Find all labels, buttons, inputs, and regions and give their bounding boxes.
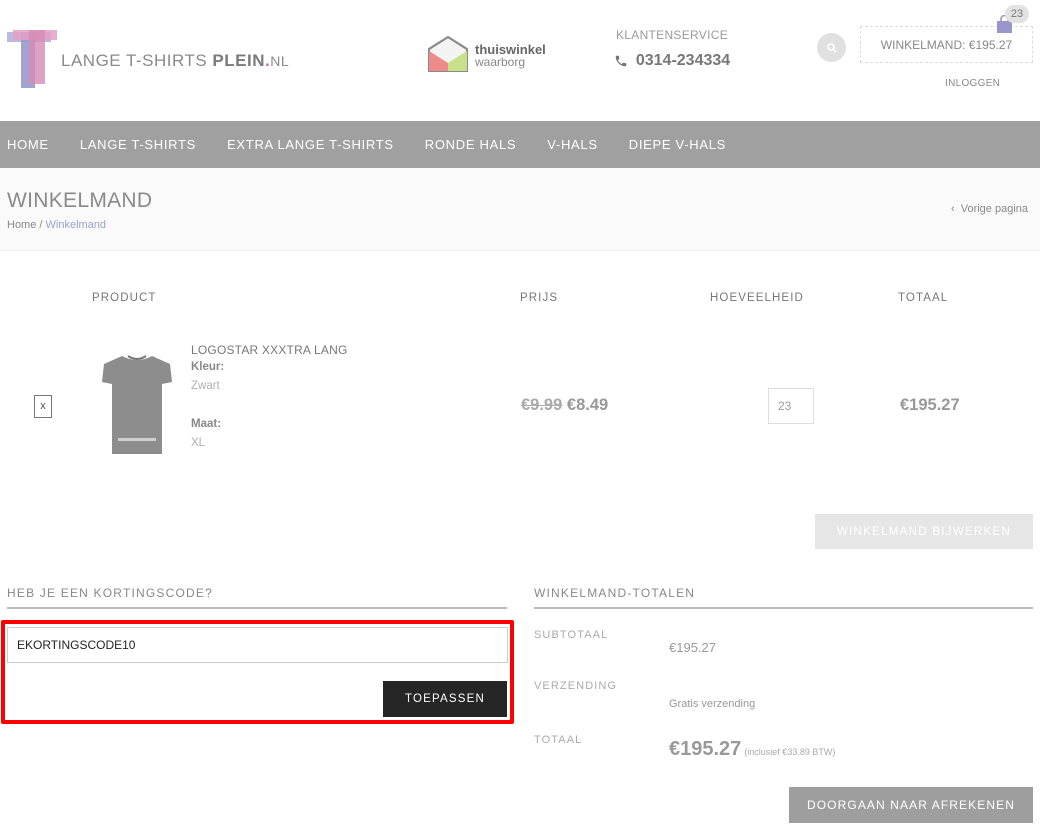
product-name[interactable]: LOGOSTAR XXXTRA LANG — [191, 343, 347, 357]
column-header-total: TOTAAL — [898, 292, 949, 304]
shipping-value: Gratis verzending — [669, 698, 756, 710]
page-header: WINKELMAND Home / Winkelmand ‹ Vorige pag… — [0, 168, 1040, 251]
logo-text: LANGE T-SHIRTS PLEIN.NL — [61, 51, 290, 70]
item-price: €9.99 €8.49 — [521, 396, 608, 415]
breadcrumb-home[interactable]: Home — [7, 219, 36, 231]
breadcrumb: Home / Winkelmand — [7, 219, 106, 231]
size-label: Maat: — [191, 418, 222, 430]
quantity-input[interactable] — [768, 388, 814, 424]
cart-summary-label: WINKELMAND: €195.27 — [880, 37, 1013, 52]
column-header-price: PRIJS — [520, 292, 559, 304]
checkout-button[interactable]: DOORGAAN NAAR AFREKENEN — [789, 787, 1033, 823]
grand-total-value: €195.27 — [669, 738, 742, 760]
color-value: Zwart — [191, 380, 220, 392]
badge-line2: waarborg — [475, 55, 526, 69]
chevron-left-icon: ‹ — [951, 203, 955, 215]
phone-number: 0314-234334 — [635, 52, 731, 69]
totals-divider — [534, 607, 1033, 609]
grand-total: €195.27 (inclusief €33.89 BTW) — [669, 738, 835, 761]
coupon-highlight-box — [1, 620, 514, 724]
cart-count-badge: 23 — [1005, 5, 1029, 23]
nav-item-v-hals[interactable]: V-HALS — [547, 137, 597, 152]
total-label: TOTAAL — [534, 734, 583, 746]
customer-service: KLANTENSERVICE 0314-234334 — [602, 28, 742, 70]
site-logo[interactable]: LANGE T-SHIRTS PLEIN.NL — [7, 30, 307, 90]
nav-item-home[interactable]: HOME — [7, 137, 49, 152]
breadcrumb-current: Winkelmand — [45, 219, 107, 231]
remove-item-button[interactable]: x — [34, 395, 52, 418]
color-label: Kleur: — [191, 361, 225, 373]
line-total: €195.27 — [900, 396, 960, 414]
product-thumbnail[interactable] — [100, 352, 174, 458]
envelope-house-icon — [428, 35, 468, 72]
search-button[interactable] — [817, 33, 846, 62]
main-nav: HOME LANGE T-SHIRTS EXTRA LANGE T-SHIRTS… — [0, 121, 1040, 168]
tax-note: (inclusief €33.89 BTW) — [744, 747, 836, 757]
back-label: Vorige pagina — [960, 203, 1028, 215]
price-old: €9.99 — [521, 396, 563, 414]
subtotal-label: SUBTOTAAL — [534, 629, 609, 641]
thuiswinkel-badge[interactable]: thuiswinkel waarborg — [427, 35, 557, 75]
size-value: XL — [191, 437, 206, 449]
nav-item-diepe-v-hals[interactable]: DIEPE V-HALS — [629, 137, 726, 152]
nav-item-ronde-hals[interactable]: RONDE HALS — [425, 137, 517, 152]
phone-icon — [615, 55, 627, 67]
column-header-product: PRODUCT — [92, 292, 157, 304]
page-title: WINKELMAND — [7, 189, 153, 212]
shipping-label: VERZENDING — [534, 680, 618, 692]
service-phone[interactable]: 0314-234334 — [602, 52, 742, 70]
subtotal-value: €195.27 — [669, 640, 716, 655]
update-cart-button[interactable]: WINKELMAND BIJWERKEN — [815, 514, 1033, 549]
service-label: KLANTENSERVICE — [615, 28, 728, 42]
totals-heading: WINKELMAND-TOTALEN — [534, 586, 696, 600]
login-link[interactable]: INLOGGEN — [945, 78, 1000, 89]
logo-t-icon — [7, 30, 57, 88]
nav-item-lange-t-shirts[interactable]: LANGE T-SHIRTS — [80, 137, 196, 152]
coupon-divider — [7, 607, 507, 609]
column-header-quantity: HOEVEELHEID — [710, 292, 804, 304]
coupon-heading: HEB JE EEN KORTINGSCODE? — [7, 586, 213, 600]
nav-item-extra-lange-t-shirts[interactable]: EXTRA LANGE T-SHIRTS — [227, 137, 394, 152]
breadcrumb-separator: / — [36, 219, 46, 231]
search-icon — [826, 42, 837, 53]
back-link[interactable]: ‹ Vorige pagina — [951, 203, 1028, 215]
price-new: €8.49 — [566, 396, 609, 414]
